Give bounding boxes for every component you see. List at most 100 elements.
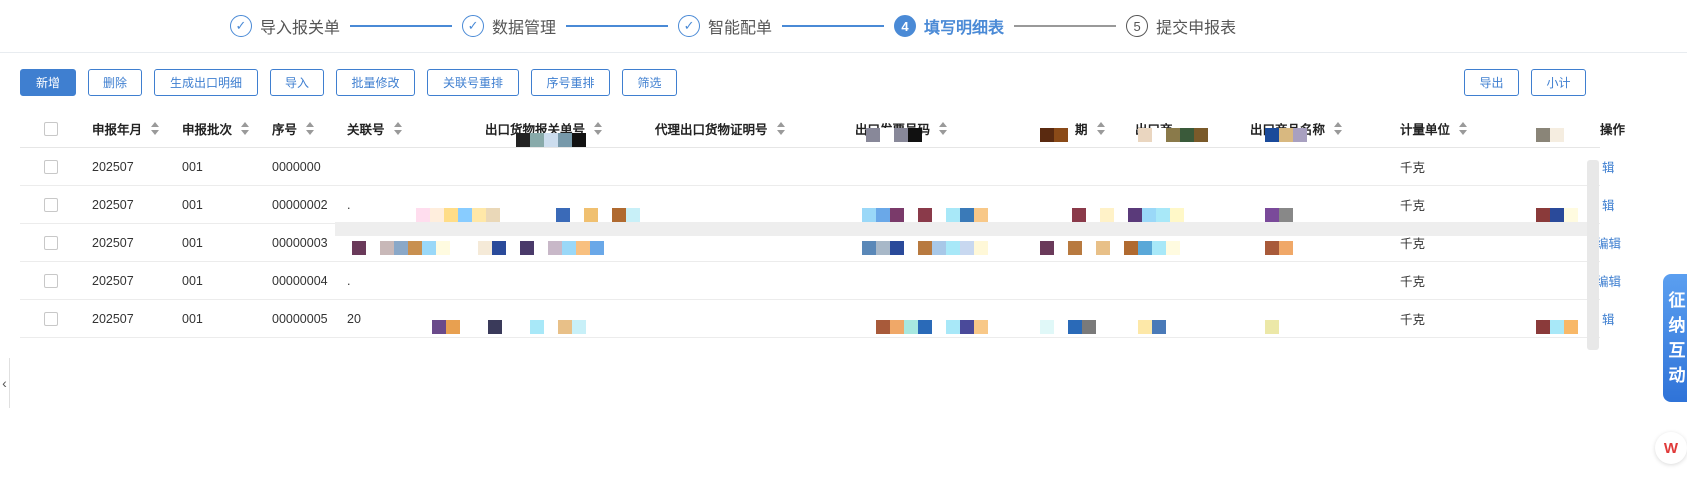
- redaction-mosaic: [1536, 208, 1578, 222]
- subtotal-button[interactable]: 小计: [1531, 69, 1586, 96]
- sort-icon[interactable]: [151, 122, 160, 135]
- redaction-band: [335, 222, 1525, 236]
- sort-icon[interactable]: [1459, 122, 1468, 135]
- header-unit[interactable]: 计量单位: [1400, 110, 1468, 147]
- step-smart-match[interactable]: ✓ 智能配单: [678, 14, 772, 38]
- sort-icon[interactable]: [1096, 122, 1105, 135]
- table-row[interactable]: 202507 001 00000002 . 千克 辑: [20, 186, 1615, 224]
- select-all-checkbox[interactable]: [44, 121, 58, 136]
- step-fill-detail[interactable]: 4 填写明细表: [894, 14, 1004, 38]
- step-connector: [1014, 25, 1117, 27]
- cell-seq: 0000000: [272, 159, 321, 174]
- step-label: 导入报关单: [260, 20, 341, 37]
- table-row[interactable]: 202507 001 00000004 . 千克 编辑: [20, 262, 1621, 300]
- cell-unit: 千克: [1400, 275, 1426, 289]
- edit-link[interactable]: 辑: [1602, 186, 1615, 223]
- delete-button[interactable]: 删除: [88, 69, 142, 96]
- reorder-seq-button[interactable]: 序号重排: [531, 69, 610, 96]
- toolbar: 新增 删除 生成出口明细 导入 批量修改 关联号重排 序号重排 筛选: [20, 69, 677, 96]
- redaction-mosaic: [862, 241, 988, 255]
- progress-steps: ✓ 导入报关单 ✓ 数据管理 ✓ 智能配单 4 填写明细表 5 提交申报表: [230, 10, 1236, 42]
- filter-button[interactable]: 筛选: [622, 69, 677, 96]
- redaction-mosaic: [1072, 208, 1184, 222]
- redaction-mosaic: [1265, 320, 1279, 334]
- edit-link[interactable]: 编辑: [1596, 262, 1621, 299]
- row-checkbox[interactable]: [44, 159, 58, 174]
- sort-icon[interactable]: [776, 122, 785, 135]
- row-select-cell: [44, 186, 58, 223]
- sort-icon[interactable]: [1334, 122, 1343, 135]
- row-checkbox[interactable]: [44, 273, 58, 288]
- step-label: 智能配单: [708, 20, 773, 37]
- sort-icon[interactable]: [393, 122, 402, 135]
- step-number: 5: [1126, 15, 1149, 37]
- redaction-mosaic: [862, 208, 988, 222]
- row-checkbox[interactable]: [44, 311, 58, 326]
- float-tab-char: 互: [1668, 341, 1686, 360]
- edit-link[interactable]: 辑: [1602, 300, 1615, 337]
- header-seq[interactable]: 序号: [272, 110, 315, 147]
- redaction-band: [1510, 222, 1590, 236]
- wps-icon[interactable]: W: [1655, 432, 1687, 464]
- header-action: 操作: [1600, 110, 1625, 147]
- edit-link[interactable]: 辑: [1602, 148, 1615, 185]
- redaction-mosaic: [1265, 128, 1307, 142]
- add-button[interactable]: 新增: [20, 69, 76, 96]
- sort-icon[interactable]: [241, 122, 250, 135]
- redaction-mosaic: [862, 320, 988, 334]
- header-period[interactable]: 申报年月: [92, 110, 160, 147]
- header-label: 代理出口货物证明号: [655, 123, 768, 137]
- generate-detail-button[interactable]: 生成出口明细: [154, 69, 258, 96]
- cell-period: 202507: [92, 235, 134, 250]
- batch-edit-button[interactable]: 批量修改: [336, 69, 415, 96]
- redaction-mosaic: [866, 128, 922, 142]
- redaction-mosaic: [432, 320, 586, 334]
- header-agent-cert[interactable]: 代理出口货物证明号: [655, 110, 785, 147]
- row-checkbox[interactable]: [44, 197, 58, 212]
- reorder-link-button[interactable]: 关联号重排: [427, 69, 519, 96]
- step-connector: [782, 25, 885, 27]
- step-import[interactable]: ✓ 导入报关单: [230, 14, 340, 38]
- toolbar-right: 导出 小计: [1464, 69, 1586, 96]
- header-link-no[interactable]: 关联号: [347, 110, 402, 147]
- redaction-mosaic: [1265, 241, 1293, 255]
- import-button[interactable]: 导入: [270, 69, 324, 96]
- cell-seq: 00000003: [272, 235, 328, 250]
- header-date[interactable]: 期: [1075, 110, 1105, 147]
- float-tab-char: 征: [1668, 291, 1686, 310]
- step-label: 填写明细表: [924, 20, 1005, 37]
- redaction-mosaic: [1536, 320, 1578, 334]
- cell-batch: 001: [182, 311, 203, 326]
- interaction-float-tab[interactable]: 征 纳 互 动: [1663, 274, 1687, 402]
- header-label: 操作: [1600, 123, 1626, 137]
- redaction-mosaic: [1040, 320, 1166, 334]
- row-select-cell: [44, 300, 58, 337]
- cell-link-no: .: [347, 197, 351, 212]
- cell-unit: 千克: [1400, 313, 1426, 327]
- cell-batch: 001: [182, 197, 203, 212]
- collapse-arrow-icon[interactable]: ‹: [0, 358, 10, 408]
- table-row[interactable]: 202507 001 00000005 20 千克 辑: [20, 300, 1615, 338]
- cell-batch: 001: [182, 159, 203, 174]
- redaction-mosaic: [1536, 128, 1564, 142]
- redaction-mosaic: [1265, 208, 1293, 222]
- step-submit[interactable]: 5 提交申报表: [1126, 14, 1236, 38]
- header-label: 申报批次: [182, 123, 233, 137]
- check-icon: ✓: [462, 15, 485, 37]
- sort-icon[interactable]: [594, 122, 603, 135]
- row-checkbox[interactable]: [44, 235, 58, 250]
- step-data-manage[interactable]: ✓ 数据管理: [462, 14, 556, 38]
- cell-seq: 00000004: [272, 273, 328, 288]
- table-row[interactable]: 202507 001 0000000 千克 辑: [20, 148, 1615, 186]
- sort-icon[interactable]: [939, 122, 948, 135]
- horizontal-scrollbar[interactable]: [1587, 160, 1599, 350]
- cell-unit: 千克: [1400, 161, 1426, 175]
- sort-icon[interactable]: [306, 122, 315, 135]
- check-icon: ✓: [230, 15, 252, 37]
- header-batch[interactable]: 申报批次: [182, 110, 250, 147]
- step-connector: [566, 25, 669, 27]
- divider: [0, 52, 1687, 53]
- edit-link[interactable]: 编辑: [1596, 224, 1621, 261]
- export-button[interactable]: 导出: [1464, 69, 1519, 96]
- cell-period: 202507: [92, 273, 134, 288]
